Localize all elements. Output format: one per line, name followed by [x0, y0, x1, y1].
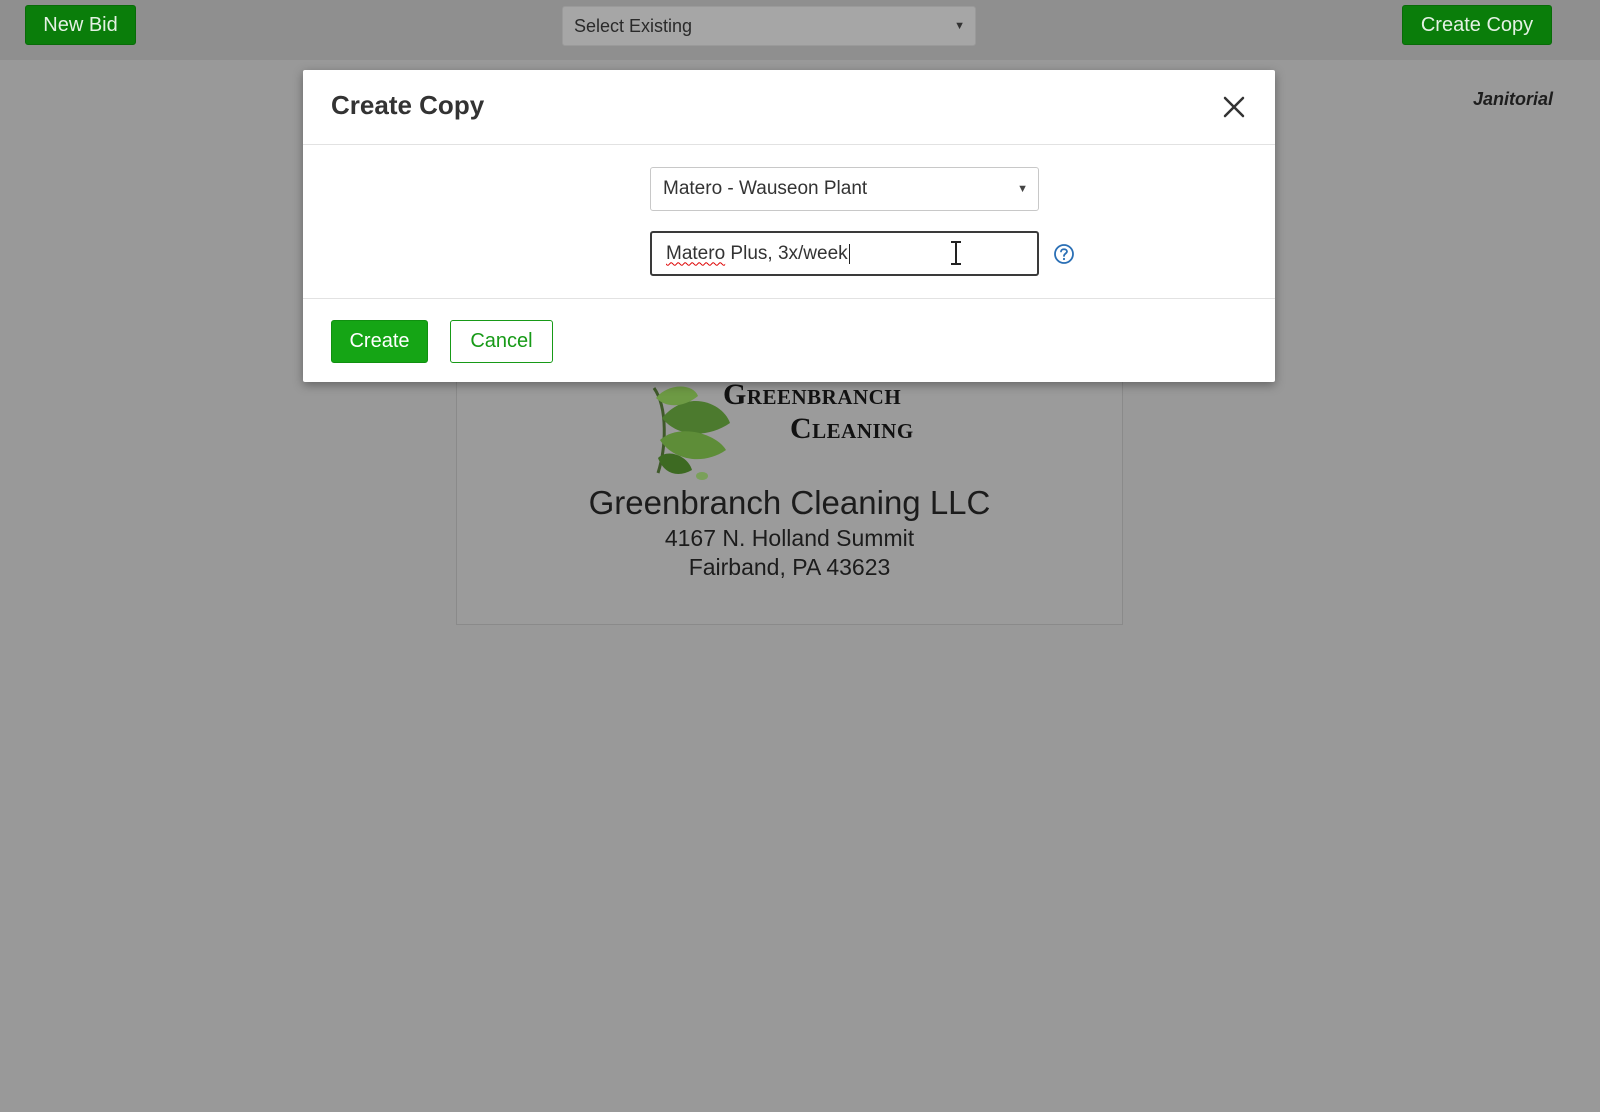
company-logo: Greenbranch Cleaning	[648, 378, 938, 484]
category-label: Janitorial	[1472, 89, 1553, 109]
logo-text-line2: Cleaning	[790, 412, 914, 445]
select-existing-dropdown[interactable]: Select Existing ▼	[562, 6, 976, 46]
new-input-value: Plus, 3x/week	[725, 242, 848, 264]
caret-down-icon: ▼	[954, 20, 965, 32]
logo-text-line1: Greenbranch	[723, 378, 902, 411]
new-bid-button[interactable]: New Bid	[25, 5, 136, 45]
company-address-line2: Fairband, PA 43623	[688, 554, 891, 580]
caret-down-icon: ▼	[1017, 183, 1028, 195]
create-copy-button[interactable]: Create Copy	[1402, 5, 1552, 45]
modal-footer-divider	[303, 298, 1275, 299]
top-toolbar: New Bid Select Existing ▼ Create Copy	[0, 0, 1600, 60]
new-name-input[interactable]: Matero Plus, 3x/week	[650, 231, 1039, 276]
cancel-button[interactable]: Cancel	[450, 320, 553, 363]
company-address-line1: 4167 N. Holland Summit	[664, 525, 915, 551]
company-name: Greenbranch Cleaning LLC	[588, 484, 991, 521]
create-button[interactable]: Create	[331, 320, 428, 363]
text-cursor-icon	[951, 241, 961, 265]
select-existing-label: Select Existing	[574, 15, 693, 36]
question-circle-icon[interactable]	[1053, 243, 1075, 265]
new-input-misspelled-word: Matero	[666, 242, 726, 264]
existing-select[interactable]: Matero - Wauseon Plant ▼	[650, 167, 1039, 211]
modal-header: Create Copy	[303, 70, 1275, 145]
existing-select-value: Matero - Wauseon Plant	[663, 178, 868, 199]
modal-title: Create Copy	[331, 90, 485, 120]
close-icon[interactable]	[1219, 92, 1249, 122]
text-caret	[848, 243, 850, 264]
create-copy-modal: Create Copy Existing Matero - Wauseon Pl…	[303, 70, 1275, 382]
